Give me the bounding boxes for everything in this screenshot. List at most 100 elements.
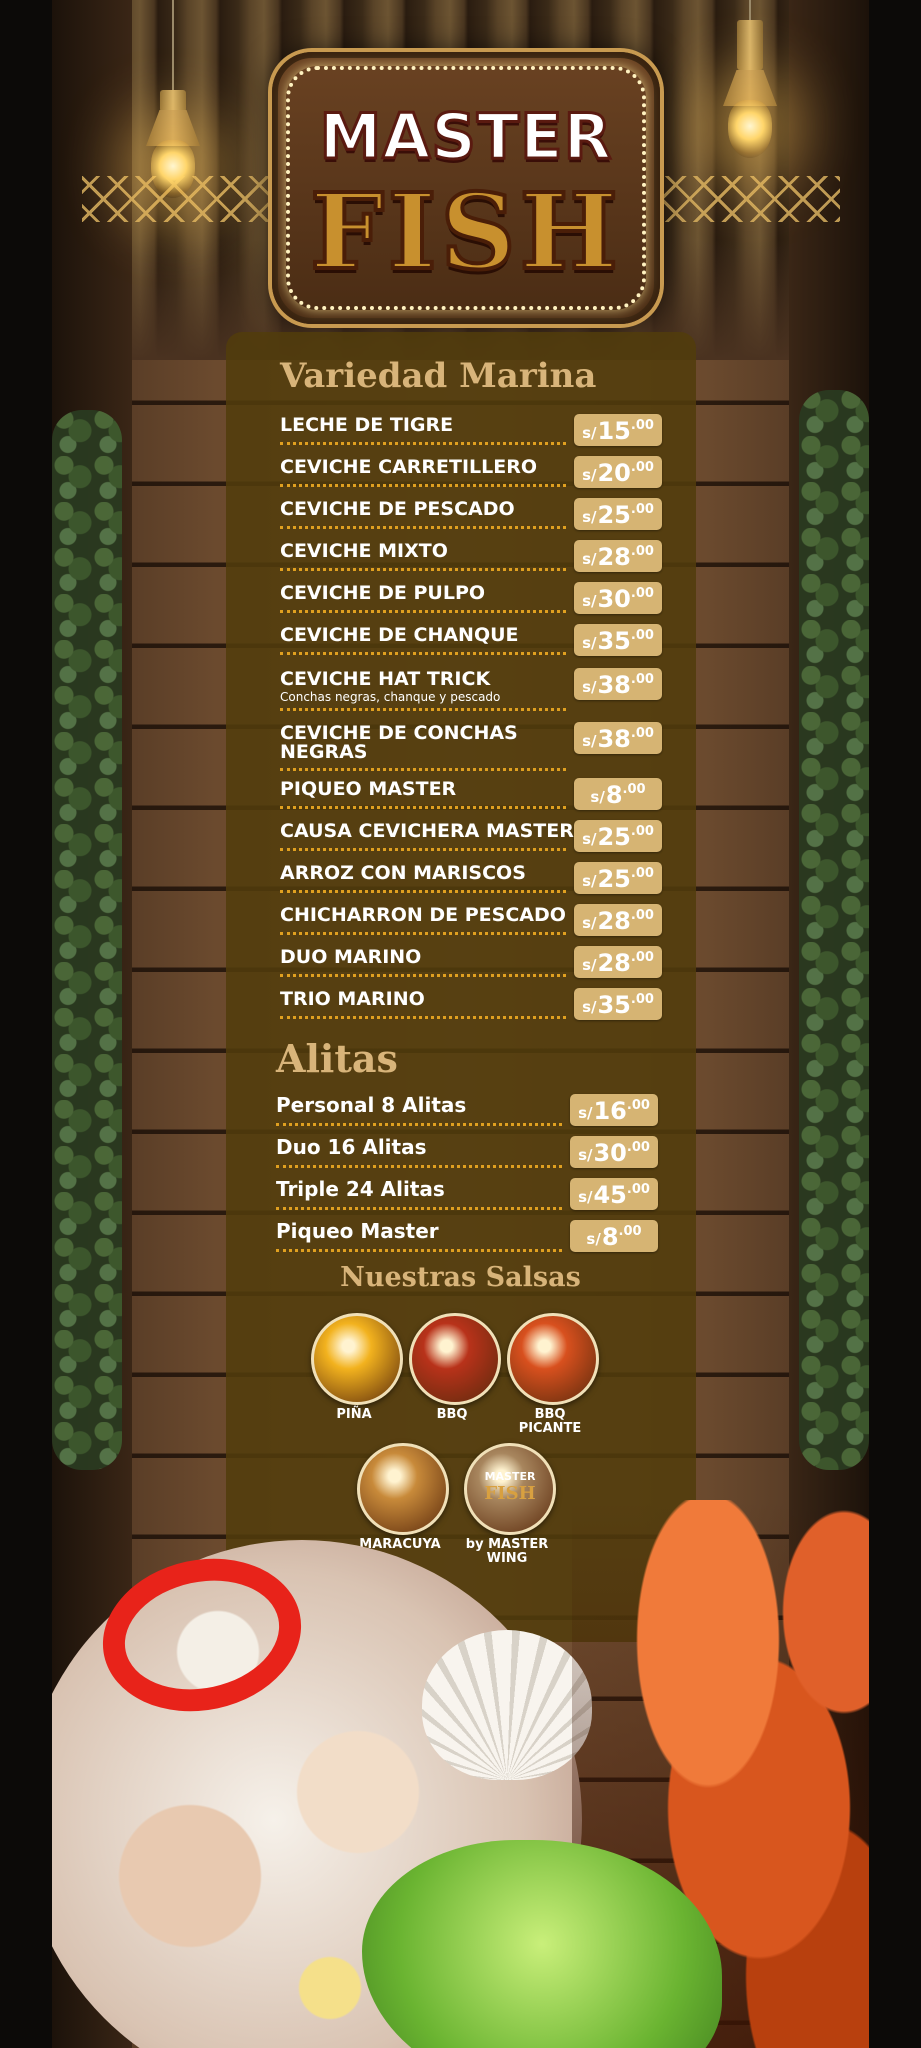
price-amount: 38 bbox=[597, 725, 631, 753]
price-tag: s/20.00 bbox=[574, 456, 662, 488]
price-currency: s/ bbox=[582, 678, 597, 696]
dotted-leader bbox=[280, 652, 566, 655]
dotted-leader bbox=[280, 708, 566, 711]
price-tag: s/16.00 bbox=[570, 1094, 658, 1126]
dotted-leader bbox=[280, 442, 566, 445]
price-currency: s/ bbox=[582, 872, 597, 890]
dish-name: CEVICHE DE CHANQUE bbox=[280, 624, 519, 646]
price-amount: 45 bbox=[593, 1181, 627, 1209]
dish-name: CAUSA CEVICHERA MASTER bbox=[280, 820, 574, 842]
price-tag: s/28.00 bbox=[574, 540, 662, 572]
price-amount: 8 bbox=[601, 1223, 619, 1251]
scallop-shell-image bbox=[422, 1630, 592, 1780]
dish-name: Piqueo Master bbox=[276, 1219, 439, 1243]
menu-row: Piqueo Master s/8.00 bbox=[0, 0, 921, 1252]
dish-name: CEVICHE DE PULPO bbox=[280, 582, 486, 604]
price-currency: s/ bbox=[582, 466, 597, 484]
section-title-salsas: Nuestras Salsas bbox=[340, 1262, 581, 1293]
brand-sign: MASTER FISH bbox=[272, 52, 660, 324]
price-currency: s/ bbox=[590, 788, 605, 806]
price-tag: s/25.00 bbox=[574, 862, 662, 894]
price-tag: s/8.00 bbox=[574, 778, 662, 810]
price-cents: .00 bbox=[630, 672, 654, 687]
price-cents: .00 bbox=[630, 866, 654, 881]
dish-name-line2: NEGRAS bbox=[280, 741, 368, 763]
price-cents: .00 bbox=[630, 502, 654, 517]
dotted-leader bbox=[280, 610, 566, 613]
dish-name: CEVICHE HAT TRICK bbox=[280, 668, 491, 690]
price-amount: 35 bbox=[597, 991, 631, 1019]
price-currency: s/ bbox=[582, 914, 597, 932]
section-title-alitas: Alitas bbox=[276, 1036, 398, 1081]
dotted-leader bbox=[280, 974, 566, 977]
price-currency: s/ bbox=[582, 592, 597, 610]
dotted-leader bbox=[280, 568, 566, 571]
price-tag: s/38.00 bbox=[574, 722, 662, 754]
price-cents: .00 bbox=[630, 628, 654, 643]
price-currency: s/ bbox=[582, 956, 597, 974]
food-photo bbox=[52, 1500, 869, 2048]
price-currency: s/ bbox=[582, 550, 597, 568]
dotted-leader bbox=[276, 1165, 562, 1168]
price-cents: .00 bbox=[630, 726, 654, 741]
price-amount: 28 bbox=[597, 907, 631, 935]
brand-title-line1: MASTER bbox=[318, 99, 613, 175]
dish-name: Duo 16 Alitas bbox=[276, 1135, 427, 1159]
dotted-leader bbox=[280, 768, 566, 771]
dish-name: CHICHARRON DE PESCADO bbox=[280, 904, 566, 926]
price-cents: .00 bbox=[626, 1140, 650, 1155]
price-currency: s/ bbox=[578, 1146, 593, 1164]
price-amount: 25 bbox=[597, 501, 631, 529]
price-amount: 20 bbox=[597, 459, 631, 487]
dish-name: ARROZ CON MARISCOS bbox=[280, 862, 526, 884]
price-cents: .00 bbox=[630, 992, 654, 1007]
price-cents: .00 bbox=[630, 586, 654, 601]
left-vine-decoration bbox=[52, 410, 122, 1470]
dotted-leader bbox=[280, 484, 566, 487]
right-hanging-lamp-icon bbox=[715, 0, 785, 280]
dotted-leader bbox=[276, 1123, 562, 1126]
price-tag: s/45.00 bbox=[570, 1178, 658, 1210]
dish-name: LECHE DE TIGRE bbox=[280, 414, 454, 436]
dish-name: Triple 24 Alitas bbox=[276, 1177, 445, 1201]
price-tag: s/28.00 bbox=[574, 946, 662, 978]
price-currency: s/ bbox=[578, 1104, 593, 1122]
price-amount: 8 bbox=[605, 781, 623, 809]
price-currency: s/ bbox=[582, 634, 597, 652]
price-amount: 38 bbox=[597, 671, 631, 699]
sauce-photo bbox=[409, 1313, 501, 1405]
price-currency: s/ bbox=[582, 998, 597, 1016]
price-cents: .00 bbox=[622, 782, 646, 797]
price-amount: 16 bbox=[593, 1097, 627, 1125]
dotted-leader bbox=[276, 1207, 562, 1210]
price-tag: s/15.00 bbox=[574, 414, 662, 446]
price-amount: 25 bbox=[597, 865, 631, 893]
price-cents: .00 bbox=[626, 1182, 650, 1197]
price-amount: 30 bbox=[597, 585, 631, 613]
price-tag: s/8.00 bbox=[570, 1220, 658, 1252]
price-currency: s/ bbox=[582, 732, 597, 750]
right-vine-decoration bbox=[799, 390, 869, 1470]
price-amount: 28 bbox=[597, 543, 631, 571]
price-tag: s/25.00 bbox=[574, 498, 662, 530]
price-tag: s/30.00 bbox=[570, 1136, 658, 1168]
price-cents: .00 bbox=[630, 544, 654, 559]
dish-name: PIQUEO MASTER bbox=[280, 778, 457, 800]
price-amount: 30 bbox=[593, 1139, 627, 1167]
price-cents: .00 bbox=[630, 418, 654, 433]
dish-name: Personal 8 Alitas bbox=[276, 1093, 467, 1117]
dish-description: Conchas negras, chanque y pescado bbox=[280, 690, 501, 704]
dish-name: CEVICHE MIXTO bbox=[280, 540, 448, 562]
sauce-label-line2: PICANTE bbox=[518, 1421, 582, 1436]
price-tag: s/25.00 bbox=[574, 820, 662, 852]
price-tag: s/35.00 bbox=[574, 988, 662, 1020]
price-currency: s/ bbox=[586, 1230, 601, 1248]
dish-name: DUO MARINO bbox=[280, 946, 422, 968]
dish-name: CEVICHE CARRETILLERO bbox=[280, 456, 538, 478]
left-hanging-lamp-icon bbox=[138, 0, 208, 280]
price-amount: 35 bbox=[597, 627, 631, 655]
price-tag: s/30.00 bbox=[574, 582, 662, 614]
logo-text-line1: MASTER bbox=[484, 1470, 536, 1483]
price-amount: 25 bbox=[597, 823, 631, 851]
dotted-leader bbox=[280, 932, 566, 935]
